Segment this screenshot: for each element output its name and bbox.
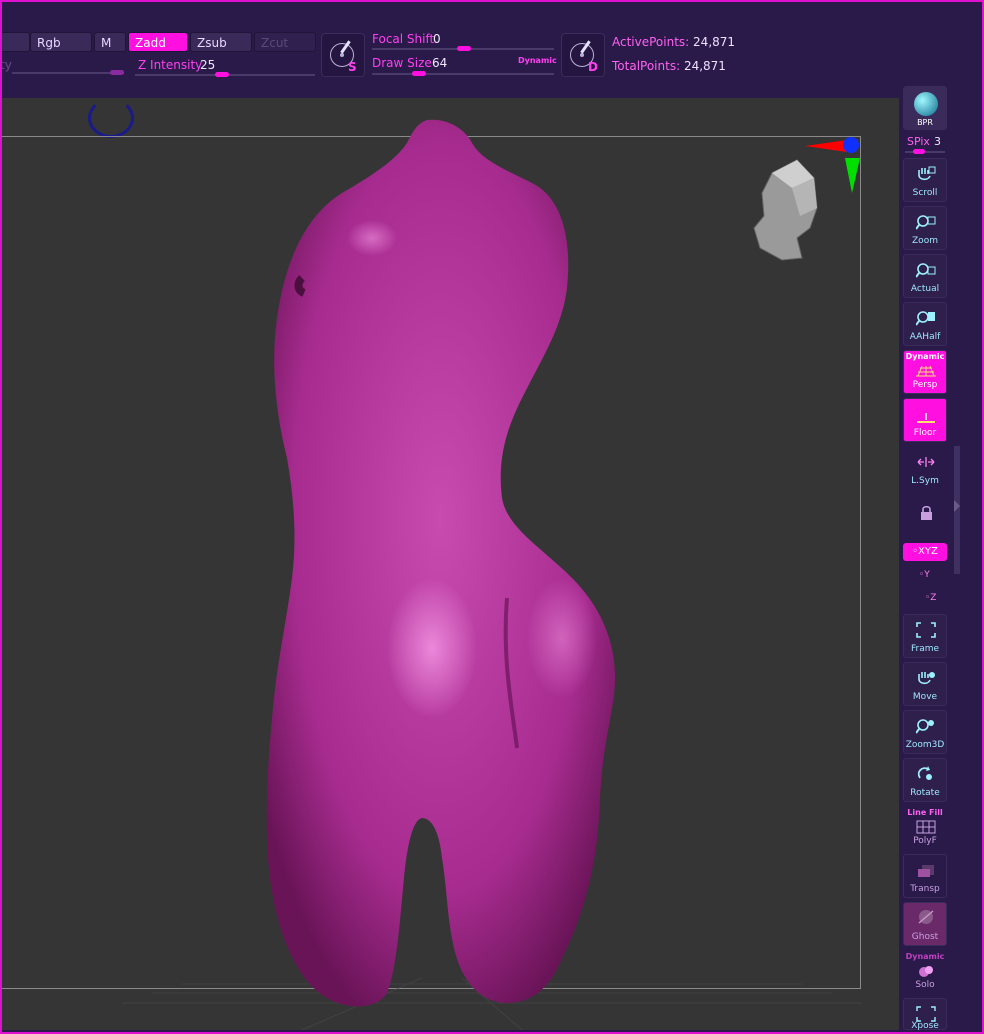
window-border: [0, 0, 984, 1034]
